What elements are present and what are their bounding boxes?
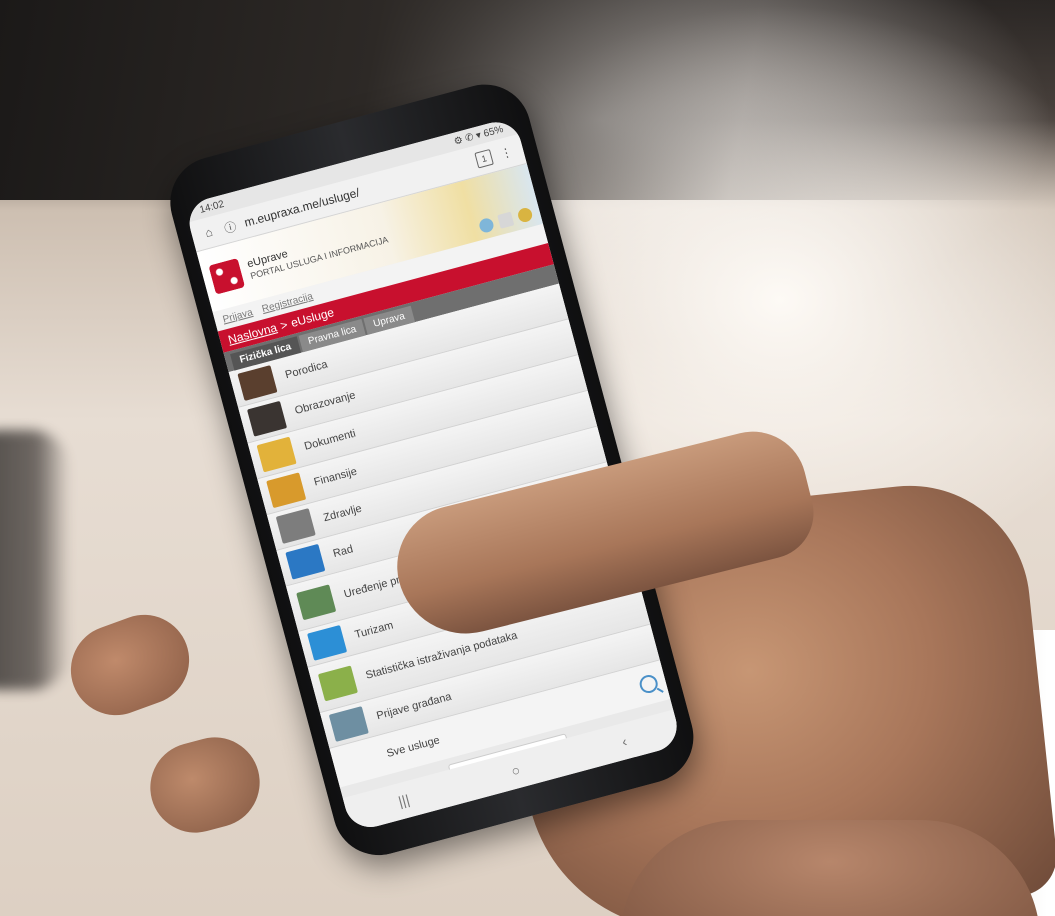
info-icon[interactable]: ⓘ xyxy=(222,218,239,236)
item-thumbnail xyxy=(296,584,337,621)
item-label: Porodica xyxy=(283,358,329,382)
menu-icon[interactable]: ⋮ xyxy=(498,144,515,161)
item-label: Finansije xyxy=(312,465,359,489)
blurred-object xyxy=(0,430,70,690)
home-icon[interactable]: ⌂ xyxy=(200,224,217,241)
item-label: Zdravlje xyxy=(322,502,364,525)
item-thumbnail xyxy=(275,508,316,544)
item-thumbnail xyxy=(285,543,326,580)
item-thumbnail xyxy=(328,706,369,742)
item-label: Dokumenti xyxy=(303,427,357,453)
home-button-icon[interactable]: ○ xyxy=(509,762,521,780)
item-thumbnail xyxy=(307,624,348,661)
tabs-icon[interactable]: 1 xyxy=(474,148,494,169)
item-thumbnail xyxy=(246,400,288,437)
hand-knuckles xyxy=(620,820,1040,916)
item-label: Rad xyxy=(331,543,355,561)
mail-icon[interactable] xyxy=(497,211,515,229)
photo-background: 14:02 ⚙ ✆ ▾ 65% ⌂ ⓘ m.eupraxa.me/usluge/… xyxy=(0,0,1055,916)
item-label: Obrazovanje xyxy=(293,389,357,418)
item-label: Prijave građana xyxy=(375,690,453,723)
item-thumbnail xyxy=(266,472,307,509)
left-finger xyxy=(58,602,202,728)
search-icon[interactable] xyxy=(477,216,496,234)
search-icon[interactable] xyxy=(637,673,660,696)
item-thumbnail xyxy=(317,665,358,702)
recent-apps-icon[interactable]: ||| xyxy=(397,791,412,809)
coat-of-arms-icon[interactable] xyxy=(516,206,534,224)
site-logo[interactable] xyxy=(208,257,246,295)
back-icon[interactable]: ‹ xyxy=(620,733,629,750)
item-label: Turizam xyxy=(353,619,395,642)
item-thumbnail xyxy=(256,436,297,473)
item-thumbnail xyxy=(237,365,278,401)
breadcrumb-separator: > xyxy=(278,317,290,333)
left-finger-lower xyxy=(140,727,270,843)
